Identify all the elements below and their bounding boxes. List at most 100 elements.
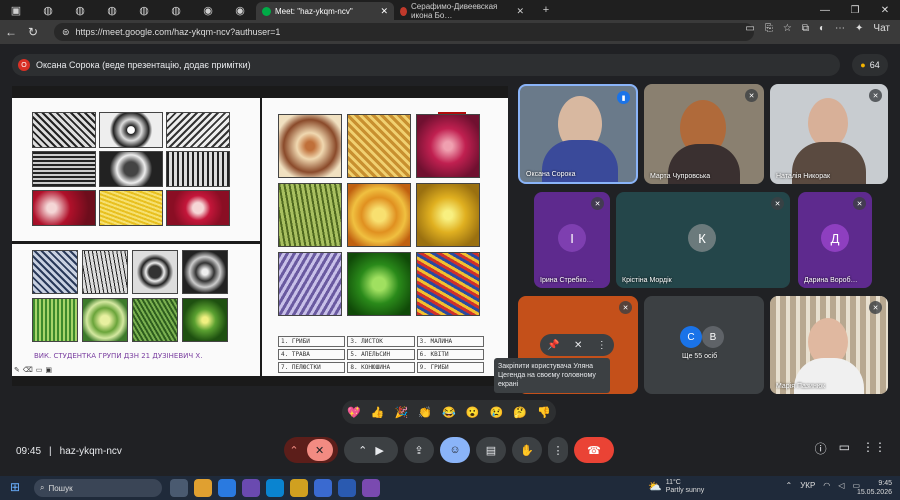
- more-options-icon[interactable]: ⋮: [597, 340, 607, 351]
- texture-grid-bottom: [32, 250, 228, 342]
- new-tab-button[interactable]: +: [530, 0, 562, 20]
- sad-reaction-icon[interactable]: 😢: [490, 406, 504, 419]
- close-tab-icon[interactable]: ✕: [380, 6, 388, 17]
- thumbs-up-reaction-icon[interactable]: 👍: [371, 406, 385, 419]
- chevron-up-icon[interactable]: ⌃: [786, 481, 793, 490]
- people-count-badge[interactable]: ● 64: [852, 54, 888, 76]
- reactions-button[interactable]: ☺: [440, 437, 470, 463]
- file-explorer-icon[interactable]: [290, 479, 308, 497]
- ink-texture-tile: [82, 250, 128, 294]
- favorite-star-icon[interactable]: ☆: [783, 23, 792, 34]
- pen-icon[interactable]: ✎: [14, 366, 20, 374]
- reactions-bar: 💖 👍 🎉 👏 😂 😮 😢 🤔 👎: [342, 400, 556, 424]
- shape-icon[interactable]: ▭: [36, 366, 43, 374]
- task-view-icon[interactable]: [170, 479, 188, 497]
- captions-button[interactable]: ▤: [476, 437, 506, 463]
- teams-icon[interactable]: [242, 479, 260, 497]
- side-controls: ⓘ ▭ ⋮⋮: [815, 440, 886, 457]
- edge-tab-icon[interactable]: ◉: [224, 0, 256, 20]
- volume-icon[interactable]: ◁: [838, 481, 844, 490]
- url-field[interactable]: ⊜ https://meet.google.com/haz-ykqm-ncv?a…: [54, 23, 754, 41]
- surprised-reaction-icon[interactable]: 😮: [466, 406, 480, 419]
- edge-tab-icon[interactable]: ◉: [192, 0, 224, 20]
- chat-button[interactable]: Чат: [873, 23, 890, 34]
- participant-tile[interactable]: ✕ Марія Пазинюк: [770, 296, 888, 394]
- weather-widget[interactable]: ⛅ 11°C Partly sunny: [648, 479, 704, 496]
- close-tab-icon[interactable]: ✕: [516, 6, 524, 17]
- more-options-button[interactable]: ⋮: [548, 437, 568, 463]
- back-icon[interactable]: ←: [0, 25, 22, 39]
- site-info-icon[interactable]: ⊜: [62, 27, 70, 38]
- pin-icon[interactable]: 📌: [547, 340, 559, 351]
- participant-tile[interactable]: І ✕ Ірина Стребко…: [534, 192, 610, 288]
- image-icon[interactable]: ▣: [45, 366, 52, 374]
- language-indicator[interactable]: УКР: [800, 481, 815, 490]
- mic-control-group[interactable]: ⌃ ✕: [284, 437, 338, 463]
- camera-control-group[interactable]: ⌃ ▶: [344, 437, 398, 463]
- start-icon[interactable]: ⊞: [10, 480, 20, 494]
- edge-icon[interactable]: [266, 479, 284, 497]
- collections-icon[interactable]: ⧉: [802, 23, 809, 34]
- chat-icon[interactable]: ▭: [839, 440, 850, 457]
- leave-call-button[interactable]: ☎: [574, 437, 614, 463]
- store-icon[interactable]: [314, 479, 332, 497]
- party-reaction-icon[interactable]: 🎉: [395, 406, 409, 419]
- clap-reaction-icon[interactable]: 👏: [418, 406, 432, 419]
- slide-annotation-toolbar[interactable]: ✎ ⌫ ▭ ▣: [12, 364, 72, 376]
- people-icon: ●: [860, 60, 866, 70]
- camera-icon[interactable]: ▶: [375, 444, 383, 457]
- restore-icon[interactable]: ❐: [840, 0, 870, 20]
- reload-icon[interactable]: ↻: [22, 25, 44, 39]
- chevron-up-icon[interactable]: ⌃: [289, 444, 298, 457]
- globe-tab-icon[interactable]: ◍: [160, 0, 192, 20]
- participant-name: Марія Пазинюк: [776, 383, 826, 390]
- chevron-up-icon[interactable]: ⌃: [358, 444, 367, 457]
- grass-tile: [278, 183, 342, 247]
- camera-icon[interactable]: ▭: [745, 23, 754, 34]
- heart-reaction-icon[interactable]: 💖: [347, 406, 361, 419]
- slide-label: 4. ТРАВА: [278, 349, 346, 360]
- present-screen-button[interactable]: ⇪: [404, 437, 434, 463]
- globe-tab-icon[interactable]: ◍: [32, 0, 64, 20]
- tab-icon-page[interactable]: Серафимо-Дивеевская икона Бо… ✕: [394, 2, 530, 20]
- participant-tile[interactable]: Д ✕ Дарина Вороб…: [798, 192, 872, 288]
- wifi-icon[interactable]: ◠: [823, 481, 830, 490]
- more-participants-tile[interactable]: С В Ще 55 осіб: [644, 296, 764, 394]
- mail-icon[interactable]: [338, 479, 356, 497]
- participant-tile[interactable]: К ✕ Крістіна Мордік: [616, 192, 790, 288]
- globe-tab-icon[interactable]: ◍: [64, 0, 96, 20]
- copilot-icon[interactable]: ✦: [855, 23, 863, 34]
- taskbar-clock[interactable]: 9:45 15.05.2026: [857, 479, 892, 497]
- laugh-reaction-icon[interactable]: 😂: [442, 406, 456, 419]
- minimize-icon[interactable]: —: [810, 0, 840, 20]
- chrome-icon[interactable]: [218, 479, 236, 497]
- close-window-icon[interactable]: ✕: [870, 0, 900, 20]
- participant-tile[interactable]: ▮ Оксана Сорока: [518, 84, 638, 184]
- hand-icon: ✋: [520, 444, 534, 457]
- more-icon[interactable]: ⋯: [835, 23, 845, 34]
- presentation-slide: ВИК. СТУДЕНТКА ГРУПИ ДЗН 21 ДУЗІНЕВИЧ Х.…: [12, 86, 508, 386]
- globe-tab-icon[interactable]: ◍: [96, 0, 128, 20]
- raise-hand-button[interactable]: ✋: [512, 437, 542, 463]
- window-menu-icon[interactable]: ▣: [0, 0, 32, 20]
- participant-tile[interactable]: ✕ Марта Чупровська: [644, 84, 764, 184]
- participant-tile[interactable]: ✕ Наталія Никорак: [770, 84, 888, 184]
- mute-participant-icon[interactable]: ✕: [574, 340, 582, 351]
- eraser-icon[interactable]: ⌫: [23, 366, 33, 374]
- presenter-avatar: О: [18, 59, 30, 71]
- tab-meet[interactable]: Meet: "haz-ykqm-ncv" ✕: [256, 2, 394, 20]
- thumbs-down-reaction-icon[interactable]: 👎: [537, 406, 551, 419]
- mushroom-tile: [416, 252, 480, 316]
- viber-icon[interactable]: [362, 479, 380, 497]
- taskbar-search[interactable]: ⌕ Пошук: [34, 479, 162, 497]
- participant-avatar: І: [558, 224, 586, 252]
- info-icon[interactable]: ⓘ: [815, 440, 827, 457]
- mic-muted-icon[interactable]: ✕: [306, 439, 333, 461]
- activities-icon[interactable]: ⋮⋮: [862, 440, 886, 457]
- share-icon[interactable]: ⎘: [765, 23, 773, 34]
- globe-tab-icon[interactable]: ◍: [128, 0, 160, 20]
- profile-avatar[interactable]: ◐: [819, 23, 825, 34]
- partly-sunny-icon: ⛅: [648, 480, 662, 493]
- thinking-reaction-icon[interactable]: 🤔: [513, 406, 527, 419]
- widgets-icon[interactable]: [194, 479, 212, 497]
